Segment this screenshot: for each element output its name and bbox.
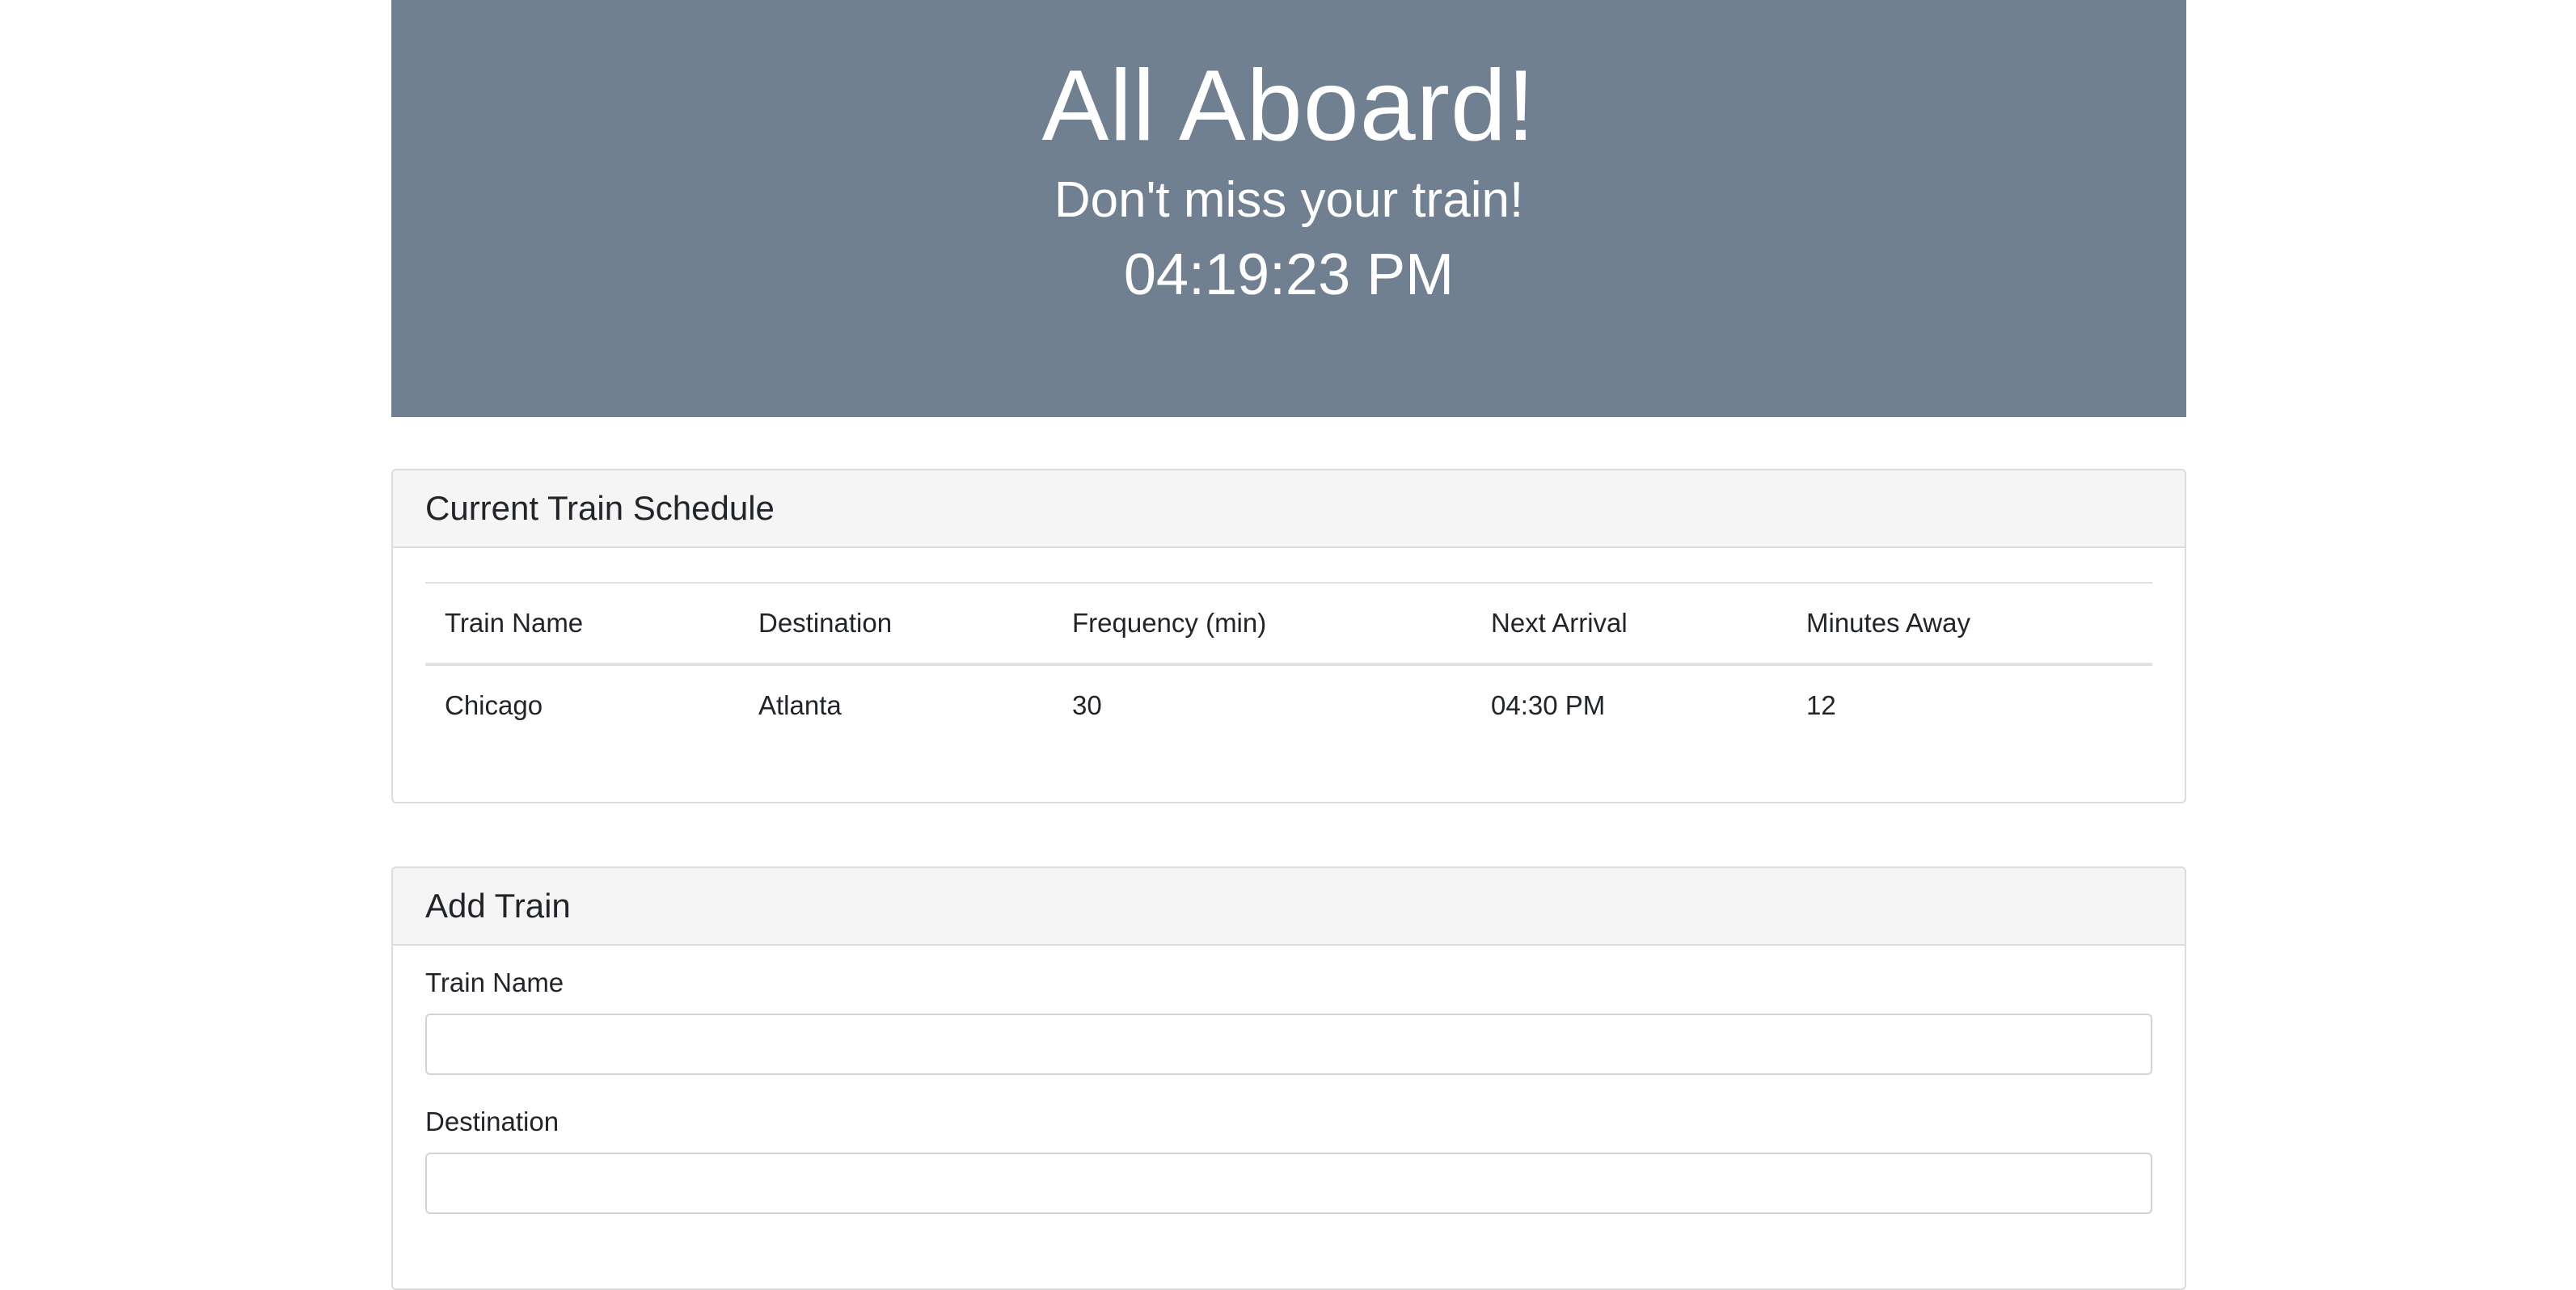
cell-minutes-away: 12 [1806,690,1836,720]
train-name-label: Train Name [425,968,564,997]
cell-frequency: 30 [1072,690,1102,720]
destination-form-group: Destination [425,1106,2152,1214]
column-header-next-arrival: Next Arrival [1491,608,1628,638]
column-header-train-name: Train Name [445,608,584,638]
current-time-clock: 04:19:23 PM [1123,242,1455,307]
jumbotron-header: All Aboard! Don't miss your train! 04:19… [391,0,2186,417]
destination-label: Destination [425,1107,560,1136]
column-header-minutes-away: Minutes Away [1806,608,1970,638]
table-row: Chicago Atlanta 30 04:30 PM 12 [425,664,2152,745]
column-header-destination: Destination [758,608,893,638]
page-subtitle: Don't miss your train! [1054,172,1524,228]
train-name-form-group: Train Name [425,967,2152,1075]
train-schedule-card: Current Train Schedule Train Name Destin… [391,469,2186,803]
train-name-input[interactable] [425,1014,2152,1075]
cell-next-arrival: 04:30 PM [1491,690,1606,720]
cell-destination: Atlanta [758,690,842,720]
add-train-card-header: Add Train [393,868,2185,946]
cell-train-name: Chicago [445,690,543,720]
page-title: All Aboard! [1041,50,1536,162]
destination-input[interactable] [425,1153,2152,1214]
schedule-card-header: Current Train Schedule [393,470,2185,548]
column-header-frequency: Frequency (min) [1072,608,1267,638]
add-train-card: Add Train Train Name Destination [391,866,2186,1290]
train-schedule-table: Train Name Destination Frequency (min) N… [425,582,2152,745]
table-header-row: Train Name Destination Frequency (min) N… [425,583,2152,664]
